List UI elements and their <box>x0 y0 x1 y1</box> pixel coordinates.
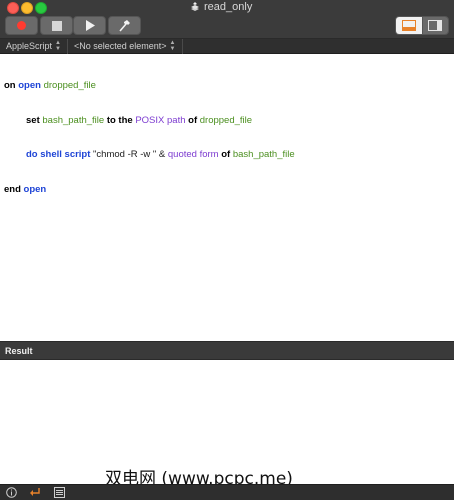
up-down-arrows-icon: ▲ ▼ <box>55 40 61 52</box>
code-line: set bash_path_file to the POSIX path of … <box>4 115 450 127</box>
show-log-button[interactable] <box>396 17 422 34</box>
variable: bash_path_file <box>42 114 105 126</box>
window-title-text: read_only <box>204 1 253 13</box>
handler-name: open <box>23 183 47 195</box>
navigation-bar: AppleScript ▲ ▼ <No selected element> ▲ ▼ <box>0 38 454 54</box>
messages-button[interactable] <box>53 487 65 499</box>
play-icon <box>85 20 95 31</box>
title-bar: read_only <box>0 0 454 39</box>
variable: bash_path_file <box>232 149 295 160</box>
keyword: to the <box>106 114 133 126</box>
keyword: of <box>188 114 198 126</box>
keyword: of <box>221 149 231 160</box>
up-down-arrows-icon: ▲ ▼ <box>169 40 176 52</box>
element-selector[interactable]: <No selected element> ▲ ▼ <box>68 38 183 54</box>
result-header: Result <box>0 341 454 360</box>
zoom-window-button[interactable] <box>35 2 47 14</box>
info-button[interactable] <box>5 487 17 499</box>
script-editor[interactable]: on open dropped_file set bash_path_file … <box>0 55 454 341</box>
bottom-bar <box>0 484 454 500</box>
record-icon <box>17 21 26 30</box>
property: POSIX path <box>135 114 186 126</box>
bottom-panel-icon <box>401 20 416 31</box>
minimize-window-button[interactable] <box>21 2 33 14</box>
window-title: read_only <box>190 0 252 14</box>
close-window-button[interactable] <box>7 2 19 14</box>
variable: dropped_file <box>43 80 96 91</box>
code-line: on open dropped_file <box>4 80 450 92</box>
command: do shell script <box>26 149 91 160</box>
handler-name: open <box>18 80 41 91</box>
keyword: end <box>4 183 21 195</box>
record-button[interactable] <box>5 16 38 35</box>
property: quoted form <box>167 149 219 160</box>
code-line: do shell script "chmod -R -w " & quoted … <box>4 149 450 161</box>
return-arrow-icon <box>30 488 40 496</box>
variable: dropped_file <box>199 114 253 126</box>
side-panel-icon <box>428 20 443 31</box>
language-selector[interactable]: AppleScript ▲ ▼ <box>0 38 68 54</box>
show-sidebar-button[interactable] <box>421 17 448 34</box>
view-toggle <box>395 16 449 35</box>
keyword: on <box>4 80 16 91</box>
stop-button[interactable] <box>40 16 73 35</box>
keyword: set <box>26 114 40 126</box>
info-icon <box>5 487 17 498</box>
hammer-icon <box>119 19 130 32</box>
code-line: end open <box>4 184 450 196</box>
stop-icon <box>51 20 62 31</box>
list-icon <box>53 487 65 498</box>
element-selector-label: <No selected element> <box>73 41 167 51</box>
script-document-icon <box>191 2 199 11</box>
return-value-button[interactable] <box>29 487 41 499</box>
string-literal: "chmod -R -w " & <box>93 149 166 160</box>
run-button[interactable] <box>73 16 106 35</box>
language-selector-label: AppleScript <box>6 41 53 51</box>
compile-button[interactable] <box>108 16 141 35</box>
